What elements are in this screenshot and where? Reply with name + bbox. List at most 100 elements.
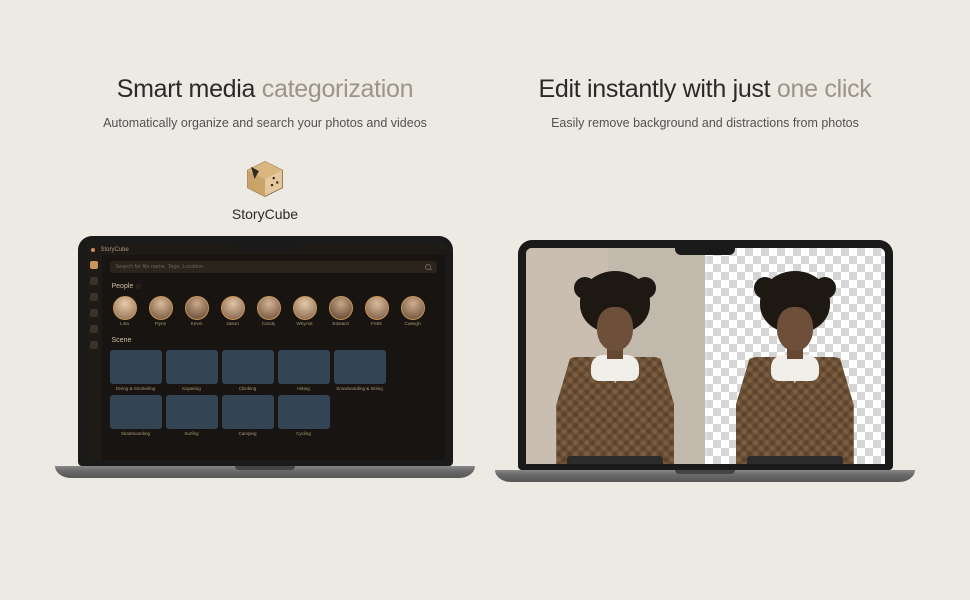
- scene-thumb: [222, 350, 274, 384]
- scene-name: Snowboarding & Skiing: [334, 386, 386, 391]
- person-name: Flynn: [155, 322, 167, 327]
- scene-name: Kayaking: [166, 386, 218, 391]
- face-shape: [777, 307, 813, 351]
- heading-part: Smart media: [117, 75, 262, 103]
- scene-item[interactable]: Cycling: [278, 395, 330, 436]
- sidebar-item-edit[interactable]: [90, 325, 98, 333]
- person-item[interactable]: Fetts: [362, 296, 392, 327]
- feature-heading: Smart media categorization: [117, 75, 414, 104]
- laptop-on-lap: [567, 456, 663, 464]
- laptop-screen: StoryCube Search f: [78, 236, 453, 466]
- section-scene-label: Scene: [112, 337, 437, 344]
- people-row: Lisa Flynn Kevin Jason Candy Whynot Edwa…: [110, 294, 437, 333]
- search-input[interactable]: Search for file name, Tags, Location: [110, 261, 437, 273]
- person-item[interactable]: Whynot: [290, 296, 320, 327]
- scene-name: Hiking: [278, 386, 330, 391]
- scene-name: Camping: [222, 431, 274, 436]
- sidebar-item-people[interactable]: [90, 277, 98, 285]
- person-item[interactable]: Jason: [218, 296, 248, 327]
- scene-name: Climbing: [222, 386, 274, 391]
- scene-item[interactable]: Camping: [222, 395, 274, 436]
- person-item[interactable]: Flynn: [146, 296, 176, 327]
- background-removal-compare: [526, 248, 885, 464]
- feature-panel-edit: Edit instantly with just one click Easil…: [510, 75, 900, 600]
- scene-thumb: [278, 350, 330, 384]
- scene-item[interactable]: Diving & Snorkeling: [110, 350, 162, 391]
- heading-accent: one click: [777, 75, 872, 103]
- brand-name: StoryCube: [232, 206, 298, 222]
- scene-name: Cycling: [278, 431, 330, 436]
- laptop-base: [55, 466, 475, 478]
- sidebar-item-library[interactable]: [90, 261, 98, 269]
- scene-thumb: [278, 395, 330, 429]
- app-window: StoryCube Search f: [86, 244, 445, 460]
- person-name: Fetts: [371, 322, 382, 327]
- avatar: [113, 296, 137, 320]
- after-image-transparent: [705, 248, 885, 464]
- avatar: [149, 296, 173, 320]
- scene-name: Skateboarding: [110, 431, 162, 436]
- person-name: Kevin: [191, 322, 203, 327]
- scene-thumb: [110, 395, 162, 429]
- heading-part: Edit instantly with just: [538, 75, 776, 103]
- page-container: Smart media categorization Automatically…: [0, 0, 970, 600]
- scene-item[interactable]: Climbing: [222, 350, 274, 391]
- scene-name: Surfing: [166, 431, 218, 436]
- app-sidebar: [86, 255, 102, 460]
- avatar: [221, 296, 245, 320]
- person-item[interactable]: Edward: [326, 296, 356, 327]
- avatar: [365, 296, 389, 320]
- laptop-mockup-right: [518, 240, 893, 482]
- person-item[interactable]: Candy: [254, 296, 284, 327]
- app-body: Search for file name, Tags, Location Peo…: [86, 255, 445, 460]
- window-control-icon[interactable]: [91, 248, 95, 252]
- laptop-base: [495, 470, 915, 482]
- scene-thumb: [110, 350, 162, 384]
- app-main: Search for file name, Tags, Location Peo…: [102, 255, 445, 460]
- search-icon: [425, 264, 431, 270]
- avatar: [401, 296, 425, 320]
- person-name: Caleigh: [404, 322, 420, 327]
- laptop-on-lap: [747, 456, 843, 464]
- scene-thumb: [334, 350, 386, 384]
- person-item[interactable]: Kevin: [182, 296, 212, 327]
- scene-item[interactable]: Snowboarding & Skiing: [334, 350, 386, 391]
- scene-grid: Diving & Snorkeling Kayaking Climbing Hi…: [110, 348, 437, 436]
- avatar: [185, 296, 209, 320]
- scene-item[interactable]: Kayaking: [166, 350, 218, 391]
- scene-item[interactable]: Hiking: [278, 350, 330, 391]
- person-item[interactable]: Lisa: [110, 296, 140, 327]
- heading-accent: categorization: [262, 75, 413, 103]
- sidebar-item-albums[interactable]: [90, 309, 98, 317]
- section-people-label: People ⓘ: [112, 283, 437, 290]
- search-placeholder: Search for file name, Tags, Location: [116, 264, 204, 270]
- laptop-mockup-left: StoryCube Search f: [78, 236, 453, 478]
- section-count-icon: ⓘ: [136, 283, 141, 290]
- scene-item[interactable]: Surfing: [166, 395, 218, 436]
- sidebar-item-places[interactable]: [90, 293, 98, 301]
- laptop-screen: [518, 240, 893, 470]
- storycube-logo-icon: [244, 158, 286, 200]
- product-brand: StoryCube: [232, 158, 298, 222]
- feature-subtitle: Automatically organize and search your p…: [103, 116, 427, 130]
- person-name: Whynot: [296, 322, 312, 327]
- person-name: Candy: [262, 322, 276, 327]
- laptop-notch: [235, 242, 295, 251]
- avatar: [293, 296, 317, 320]
- subject-figure: [540, 265, 690, 464]
- scene-thumb: [166, 395, 218, 429]
- section-label-text: People: [112, 283, 134, 290]
- laptop-notch: [675, 246, 735, 255]
- section-label-text: Scene: [112, 337, 132, 344]
- compare-divider[interactable]: [705, 248, 707, 464]
- person-item[interactable]: Caleigh: [398, 296, 428, 327]
- scene-name: Diving & Snorkeling: [110, 386, 162, 391]
- scene-thumb: [222, 395, 274, 429]
- avatar: [257, 296, 281, 320]
- person-name: Lisa: [120, 322, 129, 327]
- feature-subtitle: Easily remove background and distraction…: [551, 116, 859, 130]
- person-name: Jason: [226, 322, 239, 327]
- scene-item[interactable]: Skateboarding: [110, 395, 162, 436]
- sidebar-item-settings[interactable]: [90, 341, 98, 349]
- app-title: StoryCube: [101, 247, 129, 253]
